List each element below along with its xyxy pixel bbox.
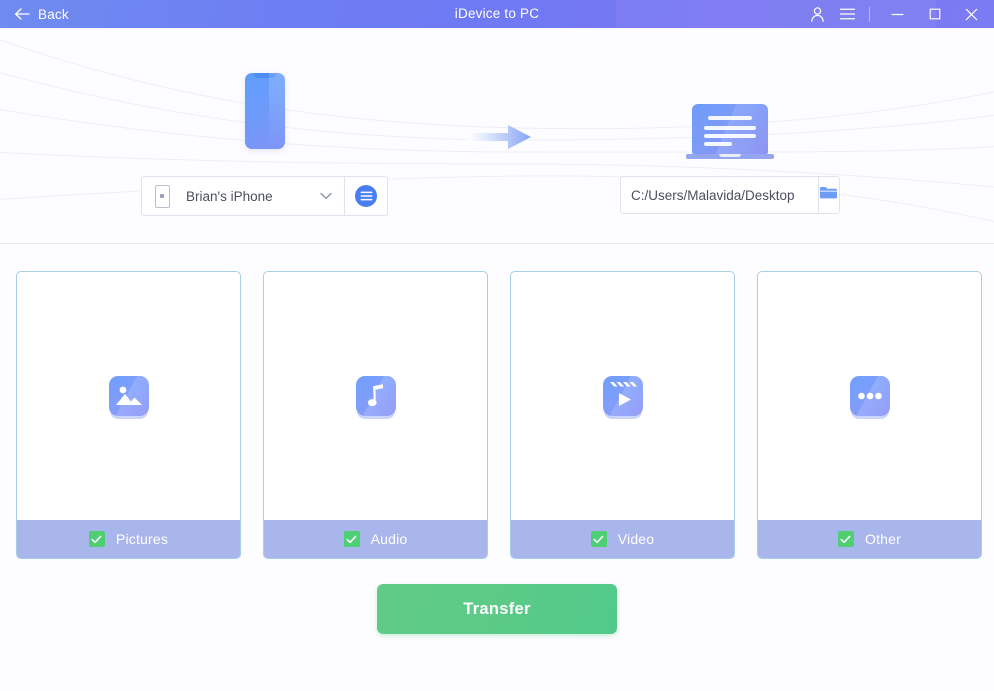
laptop-icon <box>686 104 774 162</box>
card-icon-area <box>511 272 734 520</box>
category-card-video[interactable]: Video <box>510 271 735 559</box>
device-name-label: Brian's iPhone <box>186 188 273 204</box>
phone-icon <box>155 184 170 208</box>
transfer-illustration-area: Brian's iPhone <box>0 28 994 243</box>
picture-icon <box>108 376 149 416</box>
laptop-screen <box>692 104 768 154</box>
card-footer-video[interactable]: Video <box>511 520 734 558</box>
transfer-action-area: Transfer <box>0 584 994 634</box>
card-footer-pictures[interactable]: Pictures <box>17 520 240 558</box>
close-icon[interactable] <box>953 0 990 28</box>
smartphone-icon <box>245 73 285 149</box>
card-icon-area <box>758 272 981 520</box>
category-label-pictures: Pictures <box>115 531 169 547</box>
card-icon-area <box>264 272 487 520</box>
device-dropdown[interactable]: Brian's iPhone <box>142 177 344 215</box>
destination-path-field[interactable] <box>620 176 840 214</box>
maximize-icon[interactable] <box>916 0 953 28</box>
category-label-audio: Audio <box>370 531 408 547</box>
category-card-list: Pictures Audio Video Other <box>16 271 982 559</box>
card-footer-other[interactable]: Other <box>758 520 981 558</box>
hamburger-menu-icon[interactable] <box>832 0 862 28</box>
device-list-button[interactable] <box>345 177 387 215</box>
back-button[interactable]: Back <box>0 0 81 28</box>
category-card-other[interactable]: Other <box>757 271 982 559</box>
chevron-down-icon <box>308 192 344 200</box>
arrow-left-icon <box>14 7 30 21</box>
card-icon-area <box>17 272 240 520</box>
app-window: Back iDevice to PC Brian's iPhone C:/Use… <box>0 0 994 691</box>
transfer-button[interactable]: Transfer <box>377 584 617 634</box>
browse-folder-button[interactable] <box>819 177 839 213</box>
transfer-arrow-icon <box>468 125 531 149</box>
laptop-notch <box>719 154 741 157</box>
video-clapper-icon <box>602 376 643 416</box>
checkbox-pictures[interactable] <box>88 531 105 547</box>
music-note-icon <box>355 376 396 416</box>
window-controls <box>802 0 994 28</box>
ellipsis-icon <box>849 376 890 416</box>
checkbox-other[interactable] <box>837 531 854 547</box>
card-footer-audio[interactable]: Audio <box>264 520 487 558</box>
checkbox-audio[interactable] <box>343 531 360 547</box>
folder-icon <box>819 185 838 205</box>
category-label-other: Other <box>864 531 901 547</box>
category-card-pictures[interactable]: Pictures <box>16 271 241 559</box>
checkbox-video[interactable] <box>590 531 607 547</box>
back-label: Back <box>38 6 69 22</box>
titlebar-divider <box>869 6 870 22</box>
device-selector[interactable]: Brian's iPhone <box>141 176 388 216</box>
title-bar: Back iDevice to PC <box>0 0 994 28</box>
category-card-audio[interactable]: Audio <box>263 271 488 559</box>
destination-path-input[interactable] <box>621 177 818 213</box>
category-label-video: Video <box>617 531 655 547</box>
minimize-icon[interactable] <box>879 0 916 28</box>
user-account-icon[interactable] <box>802 0 832 28</box>
device-list-icon <box>355 185 377 207</box>
content-area: Pictures Audio Video Other Transfer <box>0 244 994 691</box>
source-destination-row: Brian's iPhone <box>0 176 994 222</box>
